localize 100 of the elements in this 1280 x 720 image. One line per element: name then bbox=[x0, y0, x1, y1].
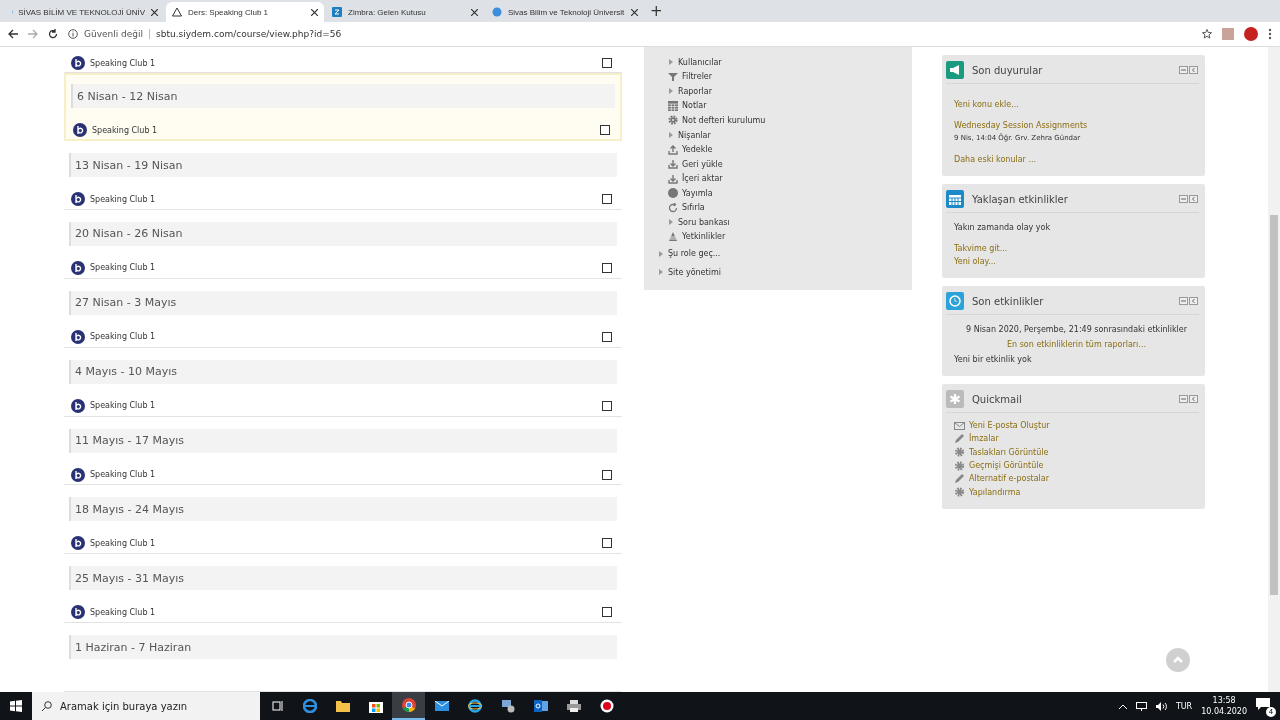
block-link[interactable]: Wednesday Session Assignments bbox=[946, 119, 1199, 132]
calendar-icon bbox=[946, 190, 964, 208]
back-arrow-icon[interactable] bbox=[8, 29, 18, 39]
close-icon[interactable] bbox=[151, 8, 158, 16]
completion-checkbox[interactable] bbox=[602, 58, 612, 68]
admin-menu-item[interactable]: Yayımla bbox=[644, 185, 912, 201]
menu-icon[interactable] bbox=[1268, 28, 1272, 40]
profile-avatar-icon[interactable] bbox=[1244, 27, 1258, 41]
browser-tab[interactable]: SİVAS BİLİM VE TEKNOLOJİ ÜNİV bbox=[6, 2, 164, 22]
quickmail-link[interactable]: Alternatif e-postalar bbox=[969, 474, 1049, 484]
admin-menu-item[interactable]: Raporlar bbox=[644, 84, 912, 99]
browser-tab[interactable]: Zimbra: Gelen Kutusu bbox=[326, 2, 484, 22]
bigbluebutton-icon bbox=[71, 192, 85, 206]
completion-checkbox[interactable] bbox=[602, 607, 612, 618]
quickmail-link[interactable]: Yeni E-posta Oluştur bbox=[969, 421, 1050, 431]
quickmail-link[interactable]: Yapılandırma bbox=[969, 487, 1021, 497]
quickmail-link[interactable]: Taslakları Görüntüle bbox=[969, 447, 1049, 457]
admin-menu-item[interactable]: Yedekle bbox=[644, 142, 912, 157]
expand-arrow-icon bbox=[668, 131, 674, 139]
globe-icon bbox=[668, 188, 678, 199]
info-icon[interactable] bbox=[68, 29, 78, 39]
new-tab-button[interactable]: + bbox=[646, 2, 667, 20]
speaker-icon[interactable] bbox=[1155, 701, 1167, 711]
folder-icon[interactable] bbox=[335, 700, 350, 712]
envelope-icon bbox=[954, 421, 965, 430]
chrome-browser-icon[interactable] bbox=[401, 698, 416, 712]
gear-icon bbox=[668, 115, 678, 126]
mail-envelope-icon[interactable] bbox=[434, 701, 449, 711]
admin-menu-item[interactable]: Şu role geç... bbox=[644, 244, 912, 263]
activity-link[interactable]: Speaking Club 1 bbox=[90, 401, 597, 411]
activity-link[interactable]: Speaking Club 1 bbox=[90, 332, 597, 342]
completion-checkbox[interactable] bbox=[602, 194, 612, 204]
browser-tab[interactable]: Sivas Bilim ve Teknoloji Üniversit bbox=[486, 2, 644, 22]
admin-menu-item[interactable]: Notlar bbox=[644, 98, 912, 114]
admin-menu-item[interactable]: Sıfırla bbox=[644, 200, 912, 215]
reload-icon[interactable] bbox=[48, 29, 58, 39]
taskbar-search-field[interactable]: Aramak için buraya yazın bbox=[32, 692, 260, 720]
windows-start-icon[interactable] bbox=[10, 700, 22, 712]
record-icon[interactable] bbox=[599, 699, 614, 713]
section-title: 13 Nisan - 19 Nisan bbox=[69, 153, 617, 177]
completion-checkbox[interactable] bbox=[602, 538, 612, 549]
block-link[interactable]: Yeni konu ekle... bbox=[946, 98, 1199, 111]
printer-icon[interactable] bbox=[566, 700, 581, 712]
close-icon[interactable] bbox=[471, 8, 478, 16]
network-icon[interactable] bbox=[1135, 701, 1147, 711]
star-icon[interactable] bbox=[1202, 29, 1212, 39]
internet-explorer-icon[interactable] bbox=[467, 699, 482, 713]
completion-checkbox[interactable] bbox=[602, 469, 612, 480]
admin-menu-item[interactable]: İçeri aktar bbox=[644, 171, 912, 186]
close-icon[interactable] bbox=[311, 8, 318, 16]
triangle-logo-icon bbox=[172, 7, 182, 17]
completion-checkbox[interactable] bbox=[602, 400, 612, 411]
expand-arrow-icon bbox=[668, 87, 674, 96]
admin-menu-item[interactable]: Yetkinlikler bbox=[644, 229, 912, 245]
quickmail-link[interactable]: İmzalar bbox=[969, 434, 999, 444]
cone-icon bbox=[668, 231, 678, 242]
activity-link[interactable]: Speaking Club 1 bbox=[90, 538, 597, 548]
store-bag-icon[interactable] bbox=[368, 699, 383, 713]
outlook-icon[interactable] bbox=[533, 699, 548, 713]
close-icon[interactable] bbox=[631, 8, 638, 16]
activity-link[interactable]: Speaking Club 1 bbox=[90, 607, 597, 617]
completion-checkbox[interactable] bbox=[602, 331, 612, 342]
completion-checkbox[interactable] bbox=[600, 125, 610, 135]
address-field[interactable]: sbtu.siydem.com/course/view.php?id=56 bbox=[156, 29, 342, 39]
scrollbar-thumb[interactable] bbox=[1270, 215, 1278, 595]
admin-menu-item[interactable]: Kullanıcılar bbox=[644, 55, 912, 70]
block-link[interactable]: Yeni olay... bbox=[946, 255, 1199, 268]
admin-menu-item[interactable]: Nişanlar bbox=[644, 127, 912, 143]
bigbluebutton-icon bbox=[71, 536, 85, 551]
section-title: 20 Nisan - 26 Nisan bbox=[69, 221, 617, 246]
quickmail-link[interactable]: Geçmişi Görüntüle bbox=[969, 461, 1044, 471]
computer-network-icon[interactable] bbox=[500, 699, 515, 713]
block-link[interactable]: En son etkinliklerin tüm raporları... bbox=[946, 338, 1199, 351]
activity-link[interactable]: Speaking Club 1 bbox=[90, 58, 597, 68]
edge-browser-icon[interactable] bbox=[302, 699, 317, 713]
caret-up-icon[interactable] bbox=[1118, 703, 1127, 709]
block-link[interactable]: Takvime git... bbox=[946, 242, 1199, 255]
admin-menu-item[interactable]: Geri yükle bbox=[644, 156, 912, 172]
expand-arrow-icon bbox=[658, 268, 664, 277]
gear-icon bbox=[954, 447, 965, 458]
browser-tab[interactable]: Ders: Speaking Club 1 bbox=[166, 2, 324, 22]
admin-menu-item[interactable]: Site yönetimi bbox=[644, 263, 912, 282]
admin-menu-item[interactable]: Filtreler bbox=[644, 69, 912, 85]
security-label: Güvenli değil bbox=[84, 29, 151, 39]
search-icon bbox=[42, 701, 52, 711]
admin-menu-item[interactable]: Soru bankası bbox=[644, 215, 912, 230]
activity-link[interactable]: Speaking Club 1 bbox=[90, 470, 597, 479]
taskbar-app-button[interactable] bbox=[392, 692, 425, 720]
task-view-icon[interactable] bbox=[270, 700, 283, 712]
zimbra-logo-icon bbox=[332, 7, 342, 17]
completion-checkbox[interactable] bbox=[602, 262, 612, 273]
activity-link[interactable]: Speaking Club 1 bbox=[90, 263, 597, 273]
admin-menu-item[interactable]: Not defteri kurulumu bbox=[644, 113, 912, 128]
clock[interactable]: 13:58 10.04.2020 bbox=[1201, 695, 1247, 717]
block-link[interactable]: Daha eski konular ... bbox=[946, 153, 1199, 166]
activity-link[interactable]: Speaking Club 1 bbox=[92, 125, 595, 135]
bigbluebutton-icon bbox=[71, 56, 85, 70]
upload-icon bbox=[668, 144, 678, 155]
activity-link[interactable]: Speaking Club 1 bbox=[90, 194, 597, 204]
language-indicator[interactable]: TUR bbox=[1175, 701, 1193, 711]
